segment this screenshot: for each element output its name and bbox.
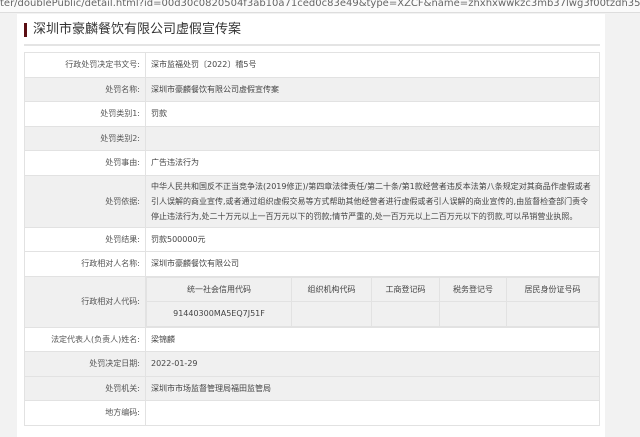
field-label: 行政处罚决定书文号: (25, 53, 146, 78)
column-header: 居民身份证号码 (507, 277, 599, 302)
table-row: 行政相对人名称:深圳市豪麟餐饮有限公司 (25, 252, 600, 277)
column-header: 税务登记号 (440, 277, 507, 302)
field-value: 深圳市豪麟餐饮有限公司虚假宣传案 (146, 77, 600, 102)
field-label: 处罚结果: (25, 227, 146, 252)
field-label: 法定代表人(负责人)姓名: (25, 327, 146, 352)
address-bar[interactable]: ter/doublePublic/detail.html?id=00d30c08… (0, 0, 640, 13)
tax-reg-value (440, 302, 507, 327)
business-reg-value (372, 302, 440, 327)
field-value (146, 126, 600, 151)
field-label: 地方编码: (25, 401, 146, 426)
table-row: 处罚决定日期:2022-01-29 (25, 352, 600, 377)
field-value (146, 401, 600, 426)
field-value: 深市监福处罚〔2022〕稽5号 (146, 53, 600, 78)
field-value: 罚款500000元 (146, 227, 600, 252)
detail-card: 深圳市豪麟餐饮有限公司虚假宣传案 行政处罚决定书文号:深市监福处罚〔2022〕稽… (17, 14, 605, 437)
code-subtable: 统一社会信用代码组织机构代码工商登记码税务登记号居民身份证号码 91440300… (146, 277, 599, 327)
id-number-value (507, 302, 599, 327)
credit-code-value: 91440300MA5EQ7J51F (147, 302, 292, 327)
field-value: 2022-01-29 (146, 352, 600, 377)
field-label: 处罚类别2: (25, 126, 146, 151)
field-value: 梁锦麟 (146, 327, 600, 352)
org-code-value (292, 302, 372, 327)
table-row: 行政相对人代码: 统一社会信用代码组织机构代码工商登记码税务登记号居民身份证号码… (25, 276, 600, 327)
divider (24, 44, 600, 46)
table-row: 处罚名称:深圳市豪麟餐饮有限公司虚假宣传案 (25, 77, 600, 102)
field-label: 处罚事由: (25, 151, 146, 176)
field-value: 深圳市市场监督管理局福田监管局 (146, 376, 600, 401)
table-row: 处罚类别1:罚款 (25, 102, 600, 127)
table-row: 法定代表人(负责人)姓名:梁锦麟 (25, 327, 600, 352)
field-label: 处罚依据: (25, 175, 146, 227)
field-label: 行政相对人名称: (25, 252, 146, 277)
field-label: 处罚名称: (25, 77, 146, 102)
field-label: 行政相对人代码: (25, 276, 146, 327)
field-label: 处罚决定日期: (25, 352, 146, 377)
table-row: 行政处罚决定书文号:深市监福处罚〔2022〕稽5号 (25, 53, 600, 78)
code-subtable-cell: 统一社会信用代码组织机构代码工商登记码税务登记号居民身份证号码 91440300… (146, 276, 600, 327)
field-value: 广告违法行为 (146, 151, 600, 176)
table-row: 地方编码: (25, 401, 600, 426)
column-header: 组织机构代码 (292, 277, 372, 302)
field-label: 处罚机关: (25, 376, 146, 401)
field-label: 处罚类别1: (25, 102, 146, 127)
table-row: 处罚依据:中华人民共和国反不正当竞争法(2019修正)/第四章法律责任/第二十条… (25, 175, 600, 227)
field-value: 罚款 (146, 102, 600, 127)
detail-table: 行政处罚决定书文号:深市监福处罚〔2022〕稽5号 处罚名称:深圳市豪麟餐饮有限… (24, 52, 600, 426)
table-row: 处罚结果:罚款500000元 (25, 227, 600, 252)
table-row: 处罚机关:深圳市市场监督管理局福田监管局 (25, 376, 600, 401)
page-title: 深圳市豪麟餐饮有限公司虚假宣传案 (24, 22, 241, 38)
table-row: 处罚类别2: (25, 126, 600, 151)
field-value: 深圳市豪麟餐饮有限公司 (146, 252, 600, 277)
table-row: 处罚事由:广告违法行为 (25, 151, 600, 176)
field-value: 中华人民共和国反不正当竞争法(2019修正)/第四章法律责任/第二十条/第1款经… (146, 175, 600, 227)
column-header: 工商登记码 (372, 277, 440, 302)
column-header: 统一社会信用代码 (147, 277, 292, 302)
